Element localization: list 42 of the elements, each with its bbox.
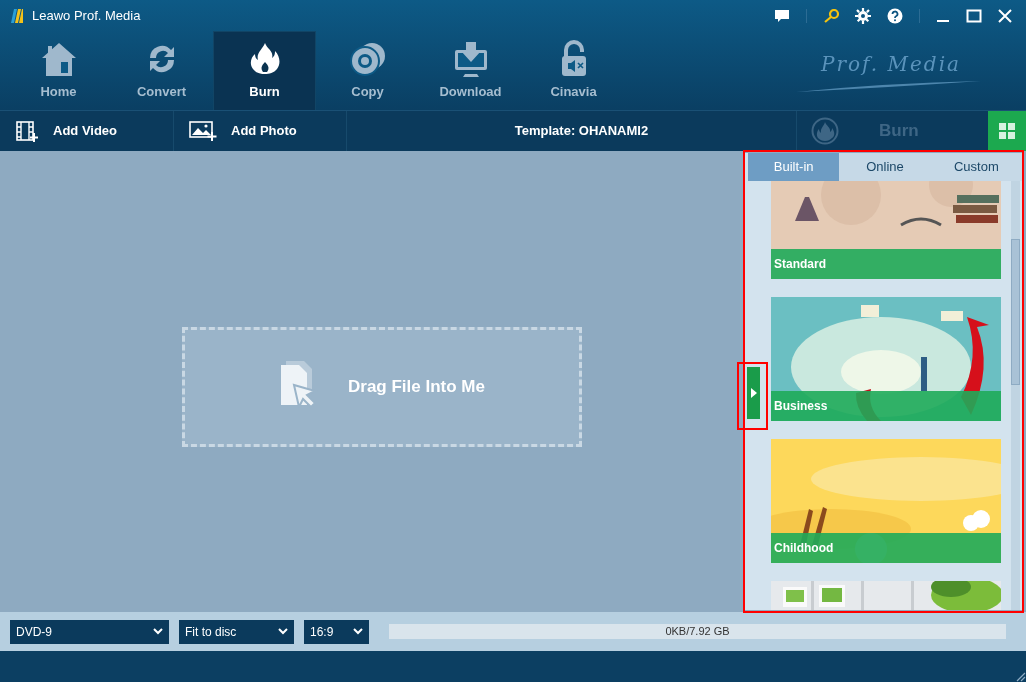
chat-icon [774,8,790,23]
resize-grip-icon [1016,672,1026,682]
template-tab[interactable]: Online [839,153,931,181]
play-icon [750,388,757,398]
chevron-down-icon [353,628,363,635]
settings-icon [855,7,871,24]
window-title: Leawo Prof. Media [32,6,141,25]
dropdown[interactable]: DVD-9 [10,619,169,644]
grid-view-button[interactable] [988,111,1026,151]
template-card[interactable]: Childhood [771,439,1001,563]
close-icon [998,8,1012,23]
app-logo-icon [10,7,24,24]
template-name: Childhood [774,540,834,557]
dropdown[interactable]: Fit to disc [179,619,294,644]
nav-tab[interactable]: Burn [213,31,316,110]
minimize-icon [936,19,950,22]
nav-tab[interactable]: Download [419,31,522,110]
help-icon [887,7,903,24]
nav-tab[interactable]: Home [7,31,110,110]
panel-toggle-button[interactable] [747,367,760,419]
image-add-icon [189,120,217,142]
template-name: Standard [774,256,826,273]
chevron-down-icon [278,628,288,635]
template-tab[interactable]: Custom [930,153,1022,181]
grid-icon [998,122,1016,140]
chevron-down-icon [153,628,163,635]
flame-icon [811,117,839,145]
dropdown[interactable]: 16:9 [304,619,369,644]
template-card[interactable]: Standard [771,181,1001,279]
brand-script: Prof. Media [821,50,961,78]
template-card[interactable]: Business [771,297,1001,421]
template-name: Business [774,398,828,415]
film-add-icon [15,120,39,142]
key-icon [823,8,839,23]
template-tab[interactable]: Built-in [748,153,840,181]
nav-tab[interactable]: Convert [110,31,213,110]
capacity-label: 0KB/7.92 GB [665,624,730,640]
template-name: Template: OHANAMI2 [513,122,649,141]
nav-tab[interactable]: Copy [316,31,419,110]
nav-tab[interactable]: Cinavia [522,31,625,110]
scrollbar-thumb[interactable] [1011,239,1020,385]
maximize-icon [966,8,982,23]
